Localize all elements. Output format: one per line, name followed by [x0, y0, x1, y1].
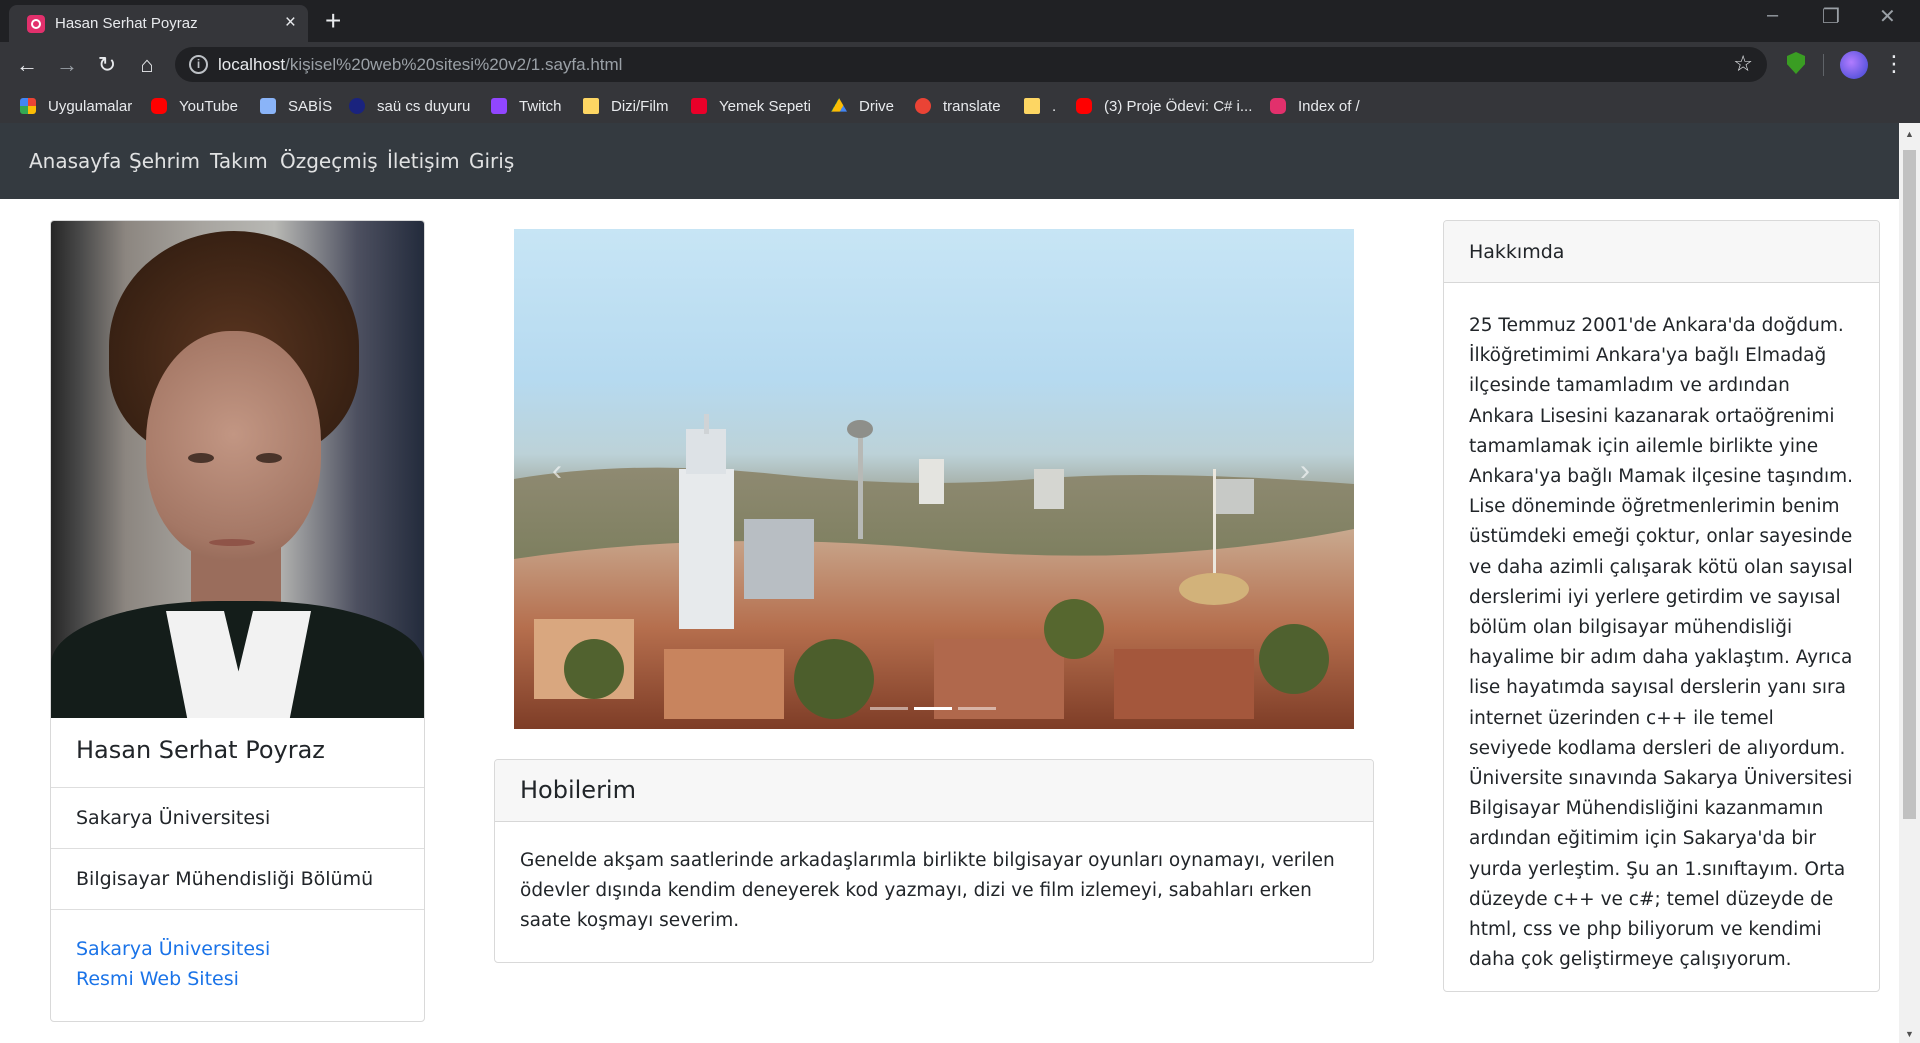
info-icon[interactable]: i [189, 55, 208, 74]
carousel-indicator-active[interactable] [914, 707, 952, 710]
ankara-skyline-image [514, 414, 1354, 729]
nav-sehrim[interactable]: Şehrim [129, 148, 200, 174]
site-icon [349, 98, 365, 114]
bookmark-translate[interactable]: translate [915, 95, 1001, 117]
translate-icon [915, 98, 931, 114]
bookmark-folder-dot[interactable]: . [1024, 95, 1056, 117]
nav-takim[interactable]: Takım [210, 148, 268, 174]
drive-icon [831, 98, 847, 112]
bookmark-sabis[interactable]: SABİS [260, 95, 332, 117]
index-icon [1270, 98, 1286, 114]
profile-photo [51, 221, 424, 718]
hobbies-header: Hobilerim [495, 760, 1373, 822]
page-scrollbar[interactable]: ▲ ▼ [1899, 123, 1920, 1043]
yemeksepeti-icon [691, 98, 707, 114]
list-item-department: Bilgisayar Mühendisliği Bölümü [51, 848, 424, 909]
browser-titlebar: Hasan Serhat Poyraz × + – ❐ ✕ [0, 0, 1920, 42]
bookmark-youtube[interactable]: YouTube [151, 95, 238, 117]
about-text: 25 Temmuz 2001'de Ankara'da doğdum. İlkö… [1469, 315, 1854, 971]
youtube-icon [151, 98, 167, 114]
about-header: Hakkımda [1444, 221, 1879, 283]
bookmark-proje-odevi[interactable]: (3) Proje Ödevi: C# i... [1076, 95, 1252, 117]
city-carousel: ‹ › [514, 229, 1354, 729]
tab-title: Hasan Serhat Poyraz [55, 15, 198, 32]
list-item-links: Sakarya Üniversitesi Resmi Web Sitesi [51, 909, 424, 1021]
hobbies-card: Hobilerim Genelde akşam saatlerinde arka… [494, 759, 1374, 963]
youtube-icon [1076, 98, 1092, 114]
carousel-prev-icon[interactable]: ‹ [552, 454, 562, 488]
nav-ozgecmis[interactable]: Özgeçmiş [280, 148, 378, 174]
carousel-indicator[interactable] [870, 707, 908, 710]
about-card: Hakkımda 25 Temmuz 2001'de Ankara'da doğ… [1443, 220, 1880, 992]
bookmark-sau-cs[interactable]: saü cs duyuru [349, 95, 470, 117]
carousel-indicators [870, 707, 996, 710]
shield-extension-icon[interactable] [1787, 52, 1805, 74]
bookmark-drive[interactable]: Drive [831, 95, 894, 117]
site-navbar: Anasayfa Şehrim Takım Özgeçmiş İletişim … [0, 123, 1899, 199]
twitch-icon [491, 98, 507, 114]
forward-icon[interactable]: → [53, 51, 81, 79]
folder-icon [583, 98, 599, 114]
home-icon[interactable]: ⌂ [133, 51, 161, 79]
bookmark-index[interactable]: Index of / [1270, 95, 1360, 117]
maximize-icon[interactable]: ❐ [1822, 4, 1840, 29]
nav-anasayfa[interactable]: Anasayfa [29, 148, 121, 174]
official-website-link[interactable]: Resmi Web Sitesi [76, 968, 239, 990]
hobbies-text: Genelde akşam saatlerinde arkadaşlarımla… [520, 850, 1335, 931]
carousel-next-icon[interactable]: › [1300, 454, 1310, 488]
carousel-indicator[interactable] [958, 707, 996, 710]
browser-toolbar: ← → ↻ ⌂ i localhost/kişisel%20web%20site… [0, 42, 1920, 87]
back-icon[interactable]: ← [13, 51, 41, 79]
document-icon [260, 98, 276, 114]
apps-icon [20, 98, 36, 114]
minimize-icon[interactable]: – [1767, 4, 1778, 27]
bookmark-dizi-film[interactable]: Dizi/Film [583, 95, 669, 117]
new-tab-button[interactable]: + [325, 6, 341, 36]
reload-icon[interactable]: ↻ [93, 51, 121, 79]
browser-tab[interactable]: Hasan Serhat Poyraz × [9, 5, 308, 42]
bookmark-twitch[interactable]: Twitch [491, 95, 562, 117]
toolbar-divider [1823, 54, 1824, 76]
university-link[interactable]: Sakarya Üniversitesi [76, 938, 270, 960]
folder-icon [1024, 98, 1040, 114]
bookmark-apps[interactable]: Uygulamalar [20, 95, 132, 117]
scroll-down-icon[interactable]: ▼ [1905, 1029, 1914, 1039]
page-viewport: Anasayfa Şehrim Takım Özgeçmiş İletişim … [0, 123, 1920, 1043]
url-text[interactable]: localhost/kişisel%20web%20sitesi%20v2/1.… [218, 55, 622, 75]
tab-favicon-icon [27, 15, 45, 33]
star-icon[interactable]: ☆ [1733, 51, 1753, 77]
about-title: Hakkımda [1469, 241, 1565, 263]
hobbies-title: Hobilerim [520, 776, 636, 804]
tab-close-icon[interactable]: × [285, 12, 296, 34]
menu-icon[interactable]: ⋮ [1883, 50, 1905, 78]
address-bar[interactable]: i localhost/kişisel%20web%20sitesi%20v2/… [175, 47, 1767, 82]
scrollbar-thumb[interactable] [1903, 150, 1916, 819]
bookmark-yemek-sepeti[interactable]: Yemek Sepeti [691, 95, 811, 117]
scroll-up-icon[interactable]: ▲ [1905, 129, 1914, 139]
nav-iletisim[interactable]: İletişim [387, 148, 460, 174]
profile-avatar[interactable] [1840, 51, 1868, 79]
list-item-university: Sakarya Üniversitesi [51, 787, 424, 848]
close-window-icon[interactable]: ✕ [1879, 4, 1896, 29]
profile-name: Hasan Serhat Poyraz [76, 736, 325, 764]
bookmarks-bar: Uygulamalar YouTube SABİS saü cs duyuru … [0, 87, 1920, 123]
profile-card: Hasan Serhat Poyraz Sakarya Üniversitesi… [50, 220, 425, 1022]
nav-giris[interactable]: Giriş [469, 148, 514, 174]
